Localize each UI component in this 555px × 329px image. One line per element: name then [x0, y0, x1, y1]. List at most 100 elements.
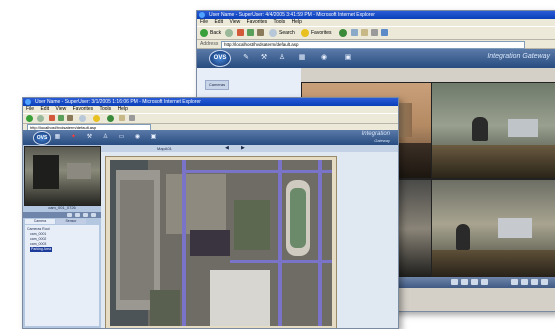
favorites-star-icon[interactable] [301, 29, 309, 37]
zoom-in-icon[interactable] [451, 279, 458, 285]
map-prev-arrow-icon[interactable]: ◀ [225, 145, 229, 152]
mail-icon[interactable] [119, 115, 125, 121]
edit-icon[interactable] [381, 29, 388, 36]
camera-preview[interactable] [24, 146, 101, 206]
camera-icon[interactable]: ▣ [343, 53, 353, 62]
menu-tools[interactable]: Tools [99, 106, 111, 112]
grid-icon[interactable]: ▦ [297, 53, 307, 62]
map-next-arrow-icon[interactable]: ▶ [241, 145, 245, 152]
monitor-shape [498, 218, 532, 238]
tree-item-selected[interactable]: Parking Area [30, 247, 53, 252]
stop-icon[interactable] [237, 29, 244, 36]
pan-icon[interactable] [471, 279, 478, 285]
ovs-logo: OVS [209, 50, 231, 67]
pin-icon[interactable]: ✎ [241, 53, 251, 62]
menu-favorites[interactable]: Favorites [73, 106, 94, 112]
zoom-in-icon[interactable] [511, 279, 518, 285]
record-icon[interactable] [481, 279, 488, 285]
menu-edit[interactable]: Edit [214, 19, 223, 25]
menu-favorites[interactable]: Favorites [247, 19, 268, 25]
back-arrow-icon[interactable] [26, 115, 33, 122]
ie-icon [25, 99, 31, 105]
grid-icon[interactable]: ▦ [53, 133, 62, 142]
record-icon[interactable] [91, 213, 96, 217]
zoom-out-icon[interactable] [521, 279, 528, 285]
media-icon[interactable] [107, 115, 114, 122]
monitor-shape [508, 119, 538, 137]
pan-icon[interactable] [531, 279, 538, 285]
trees-patch [234, 200, 270, 250]
display-icon[interactable]: ▭ [117, 133, 126, 142]
menu-help[interactable]: Help [118, 106, 128, 112]
sidebar-tab-cameras[interactable]: Cameras [205, 80, 229, 90]
mail-icon[interactable] [361, 29, 368, 36]
person-shape [472, 117, 488, 141]
field-green [290, 188, 306, 248]
tree-tab-sensor[interactable]: Sensor [56, 219, 86, 224]
refresh-icon[interactable] [58, 115, 64, 121]
media-icon[interactable] [339, 29, 347, 37]
record-icon[interactable] [541, 279, 548, 285]
person-shape [456, 224, 470, 250]
dark-lot [190, 230, 230, 256]
history-icon[interactable] [351, 29, 358, 36]
wrench-icon[interactable]: ⚒ [259, 53, 269, 62]
menu-help[interactable]: Help [292, 19, 302, 25]
forward-arrow-icon[interactable] [37, 115, 44, 122]
zoom-out-icon[interactable] [461, 279, 468, 285]
camera-tree: Cameras Root cam_0001 cam_0002 cam_0003 … [25, 225, 99, 326]
back-arrow-icon[interactable] [200, 29, 208, 37]
favorites-star-icon[interactable] [93, 115, 100, 122]
camera-feed-2[interactable] [431, 82, 555, 179]
menu-file[interactable]: File [200, 19, 208, 25]
menu-edit[interactable]: Edit [40, 106, 49, 112]
pan-icon[interactable] [83, 213, 88, 217]
front-toolbar [23, 113, 398, 124]
road-vertical [182, 160, 186, 326]
print-icon[interactable] [371, 29, 378, 36]
brand-text: Integration [361, 131, 390, 137]
refresh-icon[interactable] [247, 29, 254, 36]
menu-file[interactable]: File [26, 106, 34, 112]
home-icon[interactable] [67, 115, 73, 121]
brand-text: Integration Gateway [487, 53, 550, 60]
back-window-title: User Name - SuperUser: 4/4/2005 3:41:59 … [209, 12, 375, 18]
person-icon[interactable]: ♙ [277, 53, 287, 62]
zoom-in-icon[interactable] [67, 213, 72, 217]
desk-shape [432, 250, 555, 278]
home-icon[interactable] [257, 29, 264, 36]
road-horizontal [182, 170, 332, 173]
back-address-field[interactable]: http://localhost/hvdsaterm/default.asp [221, 41, 525, 49]
wrench-icon[interactable]: ⚒ [85, 133, 94, 142]
search-button-label[interactable]: Search [279, 29, 295, 37]
menu-view[interactable]: View [55, 106, 66, 112]
brand-subtext: Gateway [374, 138, 390, 143]
front-left-panel: cam_001_0726 Camera Sensor Cameras Root … [23, 145, 101, 328]
menu-tools[interactable]: Tools [273, 19, 285, 25]
zoom-out-icon[interactable] [75, 213, 80, 217]
forward-arrow-icon[interactable] [225, 29, 233, 37]
stop-icon[interactable] [49, 115, 55, 121]
eye-icon[interactable]: ◉ [319, 53, 329, 62]
road-vertical [278, 160, 282, 326]
map-viewport [101, 152, 398, 328]
front-title-bar: User Name - SuperUser: 3/1/2005 1:16:06 … [23, 98, 398, 106]
print-icon[interactable] [129, 115, 135, 121]
person-icon[interactable]: ♙ [101, 133, 110, 142]
favorites-button-label[interactable]: Favorites [311, 29, 332, 37]
pier-parking [120, 180, 154, 300]
camera-feed-4[interactable] [431, 179, 555, 279]
back-button-label[interactable]: Back [210, 29, 221, 37]
trees-patch [150, 290, 180, 326]
eye-icon[interactable]: ◉ [133, 133, 142, 142]
menu-view[interactable]: View [229, 19, 240, 25]
tree-tab-camera[interactable]: Camera [25, 219, 55, 224]
camera-icon[interactable]: ▣ [149, 133, 158, 142]
search-icon[interactable] [79, 115, 86, 122]
front-app-header: OVS ▦ ✦ ⚒ ♙ ▭ ◉ ▣ Integration Gateway [23, 130, 398, 145]
monitor-shape [67, 163, 91, 179]
cabinet-shape [33, 155, 59, 189]
alarm-icon[interactable]: ✦ [69, 133, 78, 142]
search-icon[interactable] [269, 29, 277, 37]
aerial-map[interactable] [110, 160, 332, 326]
